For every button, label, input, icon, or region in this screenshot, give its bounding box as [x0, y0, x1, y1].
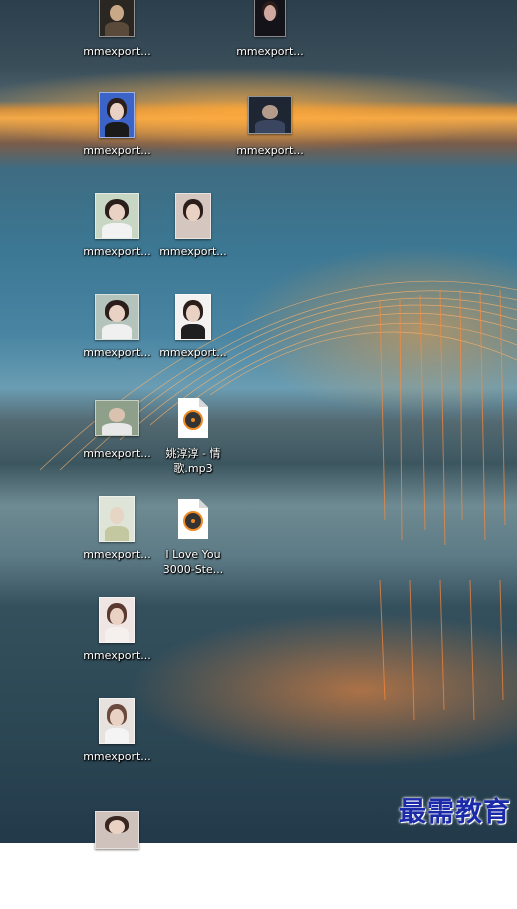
image-thumbnail	[248, 0, 292, 38]
desktop-icon-image[interactable]: mmexport...	[79, 496, 155, 598]
photo-thumbnail-icon	[99, 597, 135, 643]
photo-thumbnail-icon	[95, 294, 139, 340]
photo-thumbnail-icon	[175, 193, 211, 239]
image-thumbnail	[248, 93, 292, 137]
watermark-logo: 最需教育	[399, 797, 511, 828]
mp3-file-icon	[178, 398, 208, 438]
photo-thumbnail-icon	[175, 294, 211, 340]
desktop-icon-label: mmexport...	[83, 245, 151, 258]
desktop-icon-label: mmexport...	[83, 144, 151, 157]
desktop-icon-label: mmexport...	[236, 45, 304, 58]
desktop-icon-label: mmexport...	[83, 346, 151, 359]
desktop-icon-image[interactable]: mmexport...	[232, 0, 308, 95]
image-thumbnail	[95, 597, 139, 643]
image-thumbnail	[95, 808, 139, 852]
image-thumbnail	[95, 698, 139, 744]
desktop-icon-label: I Love You 3000-Ste...	[162, 548, 224, 576]
desktop-icon-image[interactable]	[79, 808, 155, 909]
photo-thumbnail-icon	[99, 0, 135, 37]
desktop-icon-label: mmexport...	[83, 447, 151, 460]
image-thumbnail	[95, 92, 139, 138]
desktop-icon-audio[interactable]: I Love You 3000-Ste...	[155, 497, 231, 598]
image-thumbnail	[95, 193, 139, 239]
mp3-file-icon	[178, 499, 208, 539]
photo-thumbnail-icon	[254, 0, 286, 37]
desktop-icon-image[interactable]: mmexport...	[79, 0, 155, 95]
desktop-icon-image[interactable]: mmexport...	[79, 294, 155, 396]
photo-thumbnail-icon	[99, 496, 135, 542]
desktop-icon-label: mmexport...	[83, 649, 151, 662]
desktop-icon-label: mmexport...	[83, 750, 151, 763]
desktop-icon-image[interactable]: mmexport...	[232, 93, 308, 194]
image-thumbnail	[95, 496, 139, 542]
photo-thumbnail-icon	[95, 400, 139, 436]
desktop-icon-label: mmexport...	[83, 45, 151, 58]
desktop-icon-image[interactable]: mmexport...	[79, 193, 155, 295]
image-thumbnail	[171, 294, 215, 340]
photo-thumbnail-icon	[95, 193, 139, 239]
desktop-icon-label: 姚淳淳 - 情 歌.mp3	[165, 447, 221, 475]
photo-thumbnail-icon	[99, 698, 135, 744]
desktop-icon-image[interactable]: mmexport...	[155, 294, 231, 396]
image-thumbnail	[171, 193, 215, 239]
desktop-icon-label: mmexport...	[159, 346, 227, 359]
desktop-icon-label: mmexport...	[236, 144, 304, 157]
desktop-icon-label: mmexport...	[83, 548, 151, 561]
photo-thumbnail-icon	[95, 811, 139, 849]
image-thumbnail	[95, 0, 139, 38]
audio-thumbnail	[171, 497, 215, 541]
desktop-icon-image[interactable]: mmexport...	[79, 92, 155, 194]
desktop-icon-audio[interactable]: 姚淳淳 - 情 歌.mp3	[155, 396, 231, 497]
desktop-icon-image[interactable]: mmexport...	[79, 396, 155, 497]
audio-thumbnail	[171, 396, 215, 440]
photo-thumbnail-icon	[248, 96, 292, 134]
photo-thumbnail-icon	[99, 92, 135, 138]
image-thumbnail	[95, 396, 139, 440]
image-thumbnail	[95, 294, 139, 340]
desktop-icon-image[interactable]: mmexport...	[155, 193, 231, 295]
desktop-icon-image[interactable]: mmexport...	[79, 597, 155, 699]
desktop-icon-image[interactable]: mmexport...	[79, 698, 155, 800]
desktop-icon-label: mmexport...	[159, 245, 227, 258]
